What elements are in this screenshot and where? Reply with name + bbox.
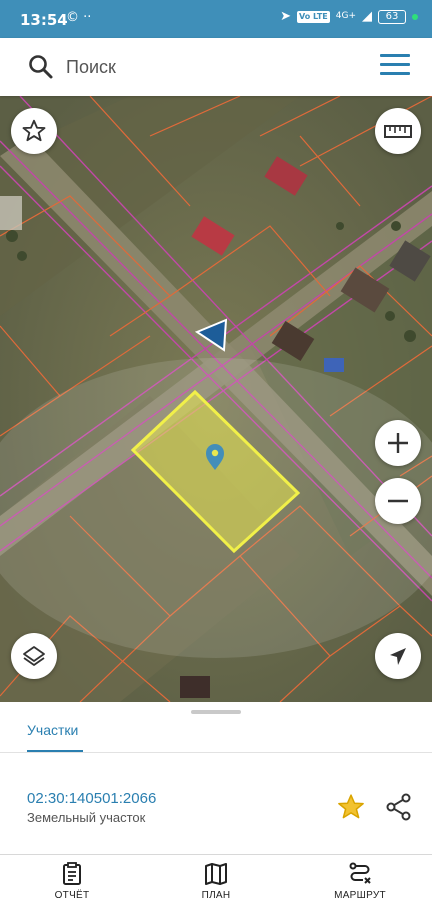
zoom-out-button[interactable] bbox=[375, 478, 421, 524]
bottom-navigation: ОТЧЁТ ПЛАН МАРШРУТ bbox=[0, 854, 432, 910]
minus-icon bbox=[388, 499, 408, 503]
nav-route[interactable]: МАРШРУТ bbox=[315, 861, 405, 901]
plus-icon bbox=[388, 433, 408, 453]
divider bbox=[0, 752, 432, 753]
bottom-sheet: Участки 02:30:140501:2066 Земельный учас… bbox=[0, 702, 432, 854]
star-icon bbox=[22, 119, 46, 142]
favorite-parcel-button[interactable] bbox=[336, 792, 366, 822]
navigation-icon bbox=[390, 648, 406, 665]
menu-line-icon bbox=[380, 54, 410, 57]
nav-report[interactable]: ОТЧЁТ bbox=[27, 861, 117, 901]
route-icon bbox=[349, 862, 371, 884]
satellite-map[interactable] bbox=[0, 96, 432, 702]
nav-plan[interactable]: ПЛАН bbox=[171, 861, 261, 901]
nav-plan-label: ПЛАН bbox=[201, 890, 231, 901]
zoom-in-button[interactable] bbox=[375, 420, 421, 466]
menu-line-icon bbox=[380, 72, 410, 75]
share-button[interactable] bbox=[384, 792, 414, 822]
share-icon bbox=[386, 793, 411, 821]
status-right-group: ➤ Vo LTE 4G+ ◢ 63 bbox=[280, 9, 418, 24]
nav-report-label: ОТЧЁТ bbox=[54, 890, 90, 901]
menu-button[interactable] bbox=[380, 54, 410, 78]
building bbox=[0, 196, 22, 230]
notification-dot bbox=[412, 13, 418, 20]
accuracy-circle bbox=[0, 358, 432, 658]
my-location-button[interactable] bbox=[375, 633, 421, 679]
tab-parcels[interactable]: Участки bbox=[27, 722, 78, 738]
search-bar bbox=[0, 38, 432, 96]
location-arrow-icon: ➤ bbox=[280, 9, 292, 24]
building bbox=[324, 358, 344, 372]
favorites-map-button[interactable] bbox=[11, 108, 57, 154]
signal-icon: ◢ bbox=[362, 9, 372, 24]
status-time: 13:54 bbox=[20, 11, 68, 29]
layers-button[interactable] bbox=[11, 633, 57, 679]
ruler-icon bbox=[384, 125, 412, 138]
parcel-type-label: Земельный участок bbox=[27, 810, 146, 825]
menu-line-icon bbox=[380, 63, 410, 66]
network-type-label: 4G+ bbox=[335, 11, 356, 21]
parcel-cadastral-number[interactable]: 02:30:140501:2066 bbox=[27, 790, 156, 807]
building bbox=[180, 676, 210, 698]
star-icon bbox=[338, 794, 364, 819]
map-view[interactable] bbox=[0, 96, 432, 702]
map-plan-icon bbox=[205, 863, 227, 885]
layers-icon bbox=[23, 646, 45, 666]
battery-indicator: 63 bbox=[378, 9, 406, 24]
search-icon[interactable] bbox=[26, 52, 56, 82]
search-input[interactable] bbox=[66, 51, 356, 83]
notification-icons: © ·· bbox=[66, 10, 92, 25]
sheet-drag-handle[interactable] bbox=[191, 710, 241, 714]
status-bar: 13:54 © ·· ➤ Vo LTE 4G+ ◢ 63 bbox=[0, 0, 432, 38]
ruler-button[interactable] bbox=[375, 108, 421, 154]
volte-badge: Vo LTE bbox=[297, 10, 330, 23]
report-icon bbox=[63, 862, 81, 885]
nav-route-label: МАРШРУТ bbox=[334, 890, 386, 901]
